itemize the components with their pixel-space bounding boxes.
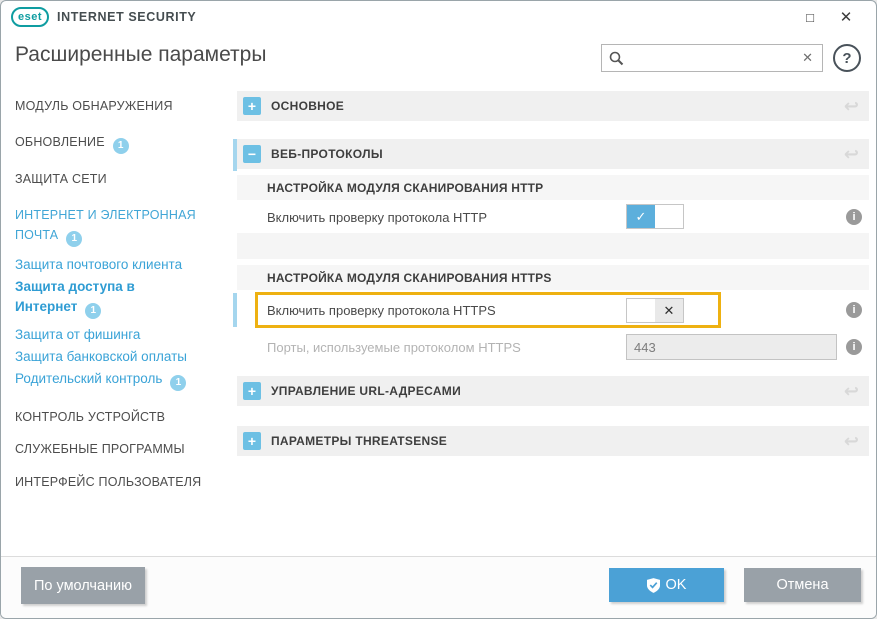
sidebar-item-label: ОБНОВЛЕНИЕ — [15, 135, 105, 149]
sidebar-item-label: Защита от фишинга — [15, 327, 140, 342]
sidebar-item-label: Родительский контроль — [15, 371, 162, 386]
info-glyph: i — [852, 304, 855, 316]
plus-icon: + — [248, 384, 256, 398]
ok-button-label: OK — [666, 577, 687, 593]
toggle-cross-icon: ✕ — [655, 299, 683, 322]
sidebar-item-label: Защита банковской оплаты — [15, 349, 187, 364]
titlebar: eset INTERNET SECURITY □ ✕ — [1, 1, 876, 33]
group-header-https: НАСТРОЙКА МОДУЛЯ СКАНИРОВАНИЯ HTTPS — [237, 265, 869, 290]
http-check-label: Включить проверку протокола HTTP — [267, 210, 487, 225]
expand-icon[interactable]: + — [243, 97, 261, 115]
eset-logo-text: eset — [18, 11, 42, 23]
close-icon: ✕ — [840, 8, 853, 26]
plus-icon: + — [248, 99, 256, 113]
help-button[interactable]: ? — [833, 44, 861, 72]
sidebar-item-email-client-protection[interactable]: Защита почтового клиента — [15, 255, 182, 275]
close-button[interactable]: ✕ — [835, 6, 857, 28]
undo-icon[interactable]: ↩ — [844, 432, 859, 450]
undo-icon[interactable]: ↩ — [844, 97, 859, 115]
toggle-knob — [627, 299, 655, 322]
sidebar-item-label: Защита почтового клиента — [15, 257, 182, 272]
section-header-web-protocols[interactable]: − ВЕБ-ПРОТОКОЛЫ ↩ — [237, 139, 869, 169]
sidebar-item-label: ЗАЩИТА СЕТИ — [15, 172, 107, 186]
section-header-threatsense[interactable]: + ПАРАМЕТРЫ THREATSENSE ↩ — [237, 426, 869, 456]
sidebar-item-web-access-protection[interactable]: Защита доступа в Интернет1 — [15, 277, 185, 319]
maximize-button[interactable]: □ — [799, 6, 821, 28]
shield-icon — [647, 578, 660, 593]
sidebar-item-update[interactable]: ОБНОВЛЕНИЕ 1 — [15, 132, 129, 154]
group-title: НАСТРОЙКА МОДУЛЯ СКАНИРОВАНИЯ HTTP — [267, 181, 543, 195]
https-check-label: Включить проверку протокола HTTPS — [267, 303, 496, 318]
search-input[interactable] — [630, 51, 793, 66]
info-icon[interactable]: i — [846, 339, 862, 355]
default-button[interactable]: По умолчанию — [21, 567, 145, 604]
undo-icon[interactable]: ↩ — [844, 382, 859, 400]
undo-icon[interactable]: ↩ — [844, 145, 859, 163]
section-title: УПРАВЛЕНИЕ URL-АДРЕСАМИ — [271, 384, 461, 398]
https-check-toggle[interactable]: ✕ — [626, 298, 684, 323]
sidebar-item-label: Защита доступа в Интернет — [15, 279, 135, 314]
group-title: НАСТРОЙКА МОДУЛЯ СКАНИРОВАНИЯ HTTPS — [267, 271, 552, 285]
sidebar-item-label: КОНТРОЛЬ УСТРОЙСТВ — [15, 410, 165, 424]
collapse-icon[interactable]: − — [243, 145, 261, 163]
eset-settings-window: eset INTERNET SECURITY □ ✕ Расширенные п… — [0, 0, 877, 619]
notification-badge: 1 — [170, 375, 186, 391]
expand-icon[interactable]: + — [243, 382, 261, 400]
info-glyph: i — [852, 211, 855, 223]
footer-bar: По умолчанию OK Отмена — [1, 556, 876, 618]
eset-logo: eset — [11, 7, 49, 27]
http-check-row: Включить проверку протокола HTTP — [237, 201, 869, 233]
notification-badge: 1 — [113, 138, 129, 154]
section-header-url-management[interactable]: + УПРАВЛЕНИЕ URL-АДРЕСАМИ ↩ — [237, 376, 869, 406]
notification-badge: 1 — [85, 303, 101, 319]
info-icon[interactable]: i — [846, 209, 862, 225]
sidebar-item-banking-protection[interactable]: Защита банковской оплаты — [15, 347, 187, 367]
sidebar-item-device-control[interactable]: КОНТРОЛЬ УСТРОЙСТВ — [15, 407, 165, 427]
sidebar-item-web-and-email[interactable]: ИНТЕРНЕТ И ЭЛЕКТРОННАЯ ПОЧТА1 — [15, 205, 215, 247]
separator-band — [237, 233, 869, 259]
settings-panel: + ОСНОВНОЕ ↩ − ВЕБ-ПРОТОКОЛЫ ↩ НАСТРОЙКА… — [237, 89, 869, 556]
toggle-check-icon: ✓ — [627, 205, 655, 228]
minus-icon: − — [248, 147, 256, 161]
group-header-http: НАСТРОЙКА МОДУЛЯ СКАНИРОВАНИЯ HTTP — [237, 175, 869, 200]
sidebar-item-tools[interactable]: СЛУЖЕБНЫЕ ПРОГРАММЫ — [15, 439, 185, 459]
search-icon — [609, 51, 624, 66]
notification-badge: 1 — [66, 231, 82, 247]
sidebar: МОДУЛЬ ОБНАРУЖЕНИЯ ОБНОВЛЕНИЕ 1 ЗАЩИТА СЕ… — [1, 89, 237, 556]
cancel-button[interactable]: Отмена — [744, 568, 861, 602]
maximize-icon: □ — [806, 10, 814, 25]
sidebar-item-label: ИНТЕРНЕТ И ЭЛЕКТРОННАЯ ПОЧТА — [15, 208, 196, 242]
sidebar-item-antiphishing[interactable]: Защита от фишинга — [15, 325, 140, 345]
section-title: ВЕБ-ПРОТОКОЛЫ — [271, 147, 383, 161]
sidebar-item-label: ИНТЕРФЕЙС ПОЛЬЗОВАТЕЛЯ — [15, 475, 201, 489]
info-icon[interactable]: i — [846, 302, 862, 318]
sidebar-item-label: МОДУЛЬ ОБНАРУЖЕНИЯ — [15, 99, 173, 113]
ok-button[interactable]: OK — [609, 568, 724, 602]
default-button-label: По умолчанию — [34, 578, 132, 594]
sidebar-item-user-interface[interactable]: ИНТЕРФЕЙС ПОЛЬЗОВАТЕЛЯ — [15, 472, 201, 492]
highlighted-row-accent-strip — [233, 293, 237, 327]
toggle-knob — [655, 205, 683, 228]
sidebar-item-parental-control[interactable]: Родительский контроль 1 — [15, 369, 186, 391]
page-title: Расширенные параметры — [15, 43, 266, 67]
help-icon: ? — [842, 50, 851, 67]
http-check-toggle[interactable]: ✓ — [626, 204, 684, 229]
search-box: ✕ — [601, 44, 823, 72]
section-header-basic[interactable]: + ОСНОВНОЕ ↩ — [237, 91, 869, 121]
https-ports-label: Порты, используемые протоколом HTTPS — [267, 340, 521, 355]
sidebar-item-network-protection[interactable]: ЗАЩИТА СЕТИ — [15, 169, 107, 189]
sidebar-item-detection-engine[interactable]: МОДУЛЬ ОБНАРУЖЕНИЯ — [15, 96, 173, 116]
section-title: ПАРАМЕТРЫ THREATSENSE — [271, 434, 447, 448]
info-glyph: i — [852, 341, 855, 353]
sidebar-item-label: СЛУЖЕБНЫЕ ПРОГРАММЫ — [15, 442, 185, 456]
https-ports-input[interactable] — [626, 334, 837, 360]
brand-title: INTERNET SECURITY — [57, 10, 196, 24]
search-clear-icon[interactable]: ✕ — [802, 50, 813, 66]
plus-icon: + — [248, 434, 256, 448]
cancel-button-label: Отмена — [776, 577, 828, 593]
section-title: ОСНОВНОЕ — [271, 99, 344, 113]
active-section-accent-strip — [233, 139, 237, 171]
expand-icon[interactable]: + — [243, 432, 261, 450]
